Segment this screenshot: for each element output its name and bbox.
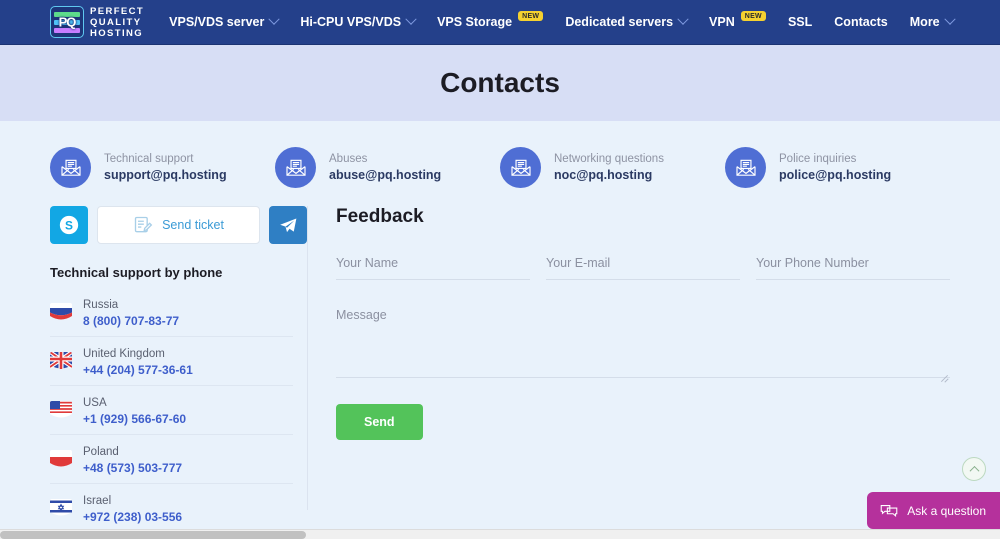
message-textarea[interactable] (336, 304, 950, 378)
site-logo[interactable]: PQ PERFECT QUALITY HOSTING (50, 6, 144, 39)
email-address: abuse@pq.hosting (329, 168, 442, 182)
logo-line-1: PERFECT (90, 5, 145, 17)
social-buttons-row: S Send ticket (50, 206, 307, 244)
new-badge: NEW (740, 11, 766, 21)
phone-section-title: Technical support by phone (50, 265, 223, 280)
nav-label: More (909, 15, 940, 29)
phone-country: Poland (83, 446, 119, 458)
email-contacts-row: Technical support support@pq.hosting Abu… (0, 121, 1000, 188)
phone-number: +48 (573) 503-777 (83, 461, 183, 475)
logo-mark-icon: PQ (50, 6, 84, 38)
phone-country: Russia (83, 299, 119, 311)
send-ticket-button[interactable]: Send ticket (97, 206, 260, 244)
phone-item-israel[interactable]: Israel +972 (238) 03-556 (50, 484, 293, 533)
email-label: Police inquiries (779, 153, 857, 165)
scroll-to-top-button[interactable] (962, 457, 986, 481)
email-label: Technical support (104, 153, 194, 165)
mail-icon (500, 147, 541, 188)
nav-item-more[interactable]: More (899, 0, 965, 45)
phone-country: Israel (83, 495, 112, 507)
email-address: police@pq.hosting (779, 168, 892, 182)
ticket-icon (134, 216, 153, 233)
email-input[interactable] (546, 252, 740, 280)
feedback-form-panel: Feedback Send (308, 206, 950, 510)
nav-label: VPS Storage (437, 15, 513, 29)
flag-israel-icon (50, 499, 72, 517)
nav-item-ssl[interactable]: SSL (777, 0, 823, 45)
logo-line-3: HOSTING (90, 27, 144, 39)
nav-item-contacts[interactable]: Contacts (823, 0, 898, 45)
send-button[interactable]: Send (336, 404, 423, 440)
name-input[interactable] (336, 252, 530, 280)
flag-russia-icon (50, 303, 72, 321)
logo-wordmark: PERFECT QUALITY HOSTING (90, 6, 144, 39)
phone-number: +972 (238) 03-556 (83, 510, 183, 524)
feedback-title: Feedback (336, 206, 424, 227)
phone-country: United Kingdom (83, 348, 165, 360)
mail-icon (725, 147, 766, 188)
top-navigation-bar: PQ PERFECT QUALITY HOSTING VPS/VDS serve… (0, 0, 1000, 45)
page-title: Contacts (440, 67, 560, 98)
mail-icon (275, 147, 316, 188)
horizontal-scrollbar[interactable] (0, 529, 1000, 539)
nav-label: Dedicated servers (565, 15, 674, 29)
email-address: support@pq.hosting (104, 168, 227, 182)
send-ticket-label: Send ticket (162, 218, 224, 232)
flag-united-kingdom-icon (50, 352, 72, 370)
logo-initials: PQ (58, 14, 77, 30)
chat-widget-label: Ask a question (907, 503, 986, 518)
email-card-networking-questions[interactable]: Networking questions noc@pq.hosting (500, 147, 725, 188)
page-banner: Contacts (0, 45, 1000, 121)
telegram-icon (279, 218, 296, 232)
nav-items: VPS/VDS server Hi-CPU VPS/VDS VPS Storag… (158, 0, 965, 45)
flag-usa-icon (50, 401, 72, 419)
skype-button[interactable]: S (50, 206, 88, 244)
logo-line-2: QUALITY (90, 16, 142, 28)
new-badge: NEW (518, 11, 544, 21)
mail-icon (50, 147, 91, 188)
left-contact-panel: S Send ticket Technical support by phone (50, 206, 308, 533)
phone-input[interactable] (756, 252, 950, 280)
scrollbar-thumb[interactable] (0, 531, 306, 539)
nav-item-vpn[interactable]: VPN NEW (698, 0, 777, 45)
phone-item-usa[interactable]: USA +1 (929) 566-67-60 (50, 386, 293, 435)
nav-label: Hi-CPU VPS/VDS (300, 15, 402, 29)
chat-bubbles-icon (880, 505, 898, 517)
chevron-up-icon (969, 465, 979, 476)
phone-number: +44 (204) 577-36-61 (83, 363, 193, 377)
email-label: Networking questions (554, 153, 664, 165)
nav-item-dedicated-servers[interactable]: Dedicated servers (554, 0, 698, 45)
telegram-button[interactable] (269, 206, 307, 244)
phone-list: Russia 8 (800) 707-83-77 United Kingdom (50, 288, 307, 539)
nav-label: SSL (787, 15, 813, 29)
svg-text:S: S (65, 219, 73, 233)
phone-item-united-kingdom[interactable]: United Kingdom +44 (204) 577-36-61 (50, 337, 293, 386)
phone-item-russia[interactable]: Russia 8 (800) 707-83-77 (50, 288, 293, 337)
ask-a-question-chat-widget[interactable]: Ask a question (867, 492, 1000, 529)
email-card-police-inquiries[interactable]: Police inquiries police@pq.hosting (725, 147, 950, 188)
form-field-row (336, 252, 950, 280)
nav-label: Contacts (834, 15, 888, 29)
skype-icon: S (59, 215, 79, 235)
phone-item-poland[interactable]: Poland +48 (573) 503-777 (50, 435, 293, 484)
chevron-down-icon (268, 13, 281, 25)
content-area: S Send ticket Technical support by phone (0, 188, 1000, 533)
phone-number: +1 (929) 566-67-60 (83, 412, 187, 426)
phone-number: 8 (800) 707-83-77 (83, 314, 180, 328)
nav-label: VPN (709, 15, 735, 29)
email-address: noc@pq.hosting (554, 168, 653, 182)
nav-label: VPS/VDS server (169, 15, 265, 29)
nav-item-hi-cpu-vps-vds[interactable]: Hi-CPU VPS/VDS (289, 0, 426, 45)
email-card-abuses[interactable]: Abuses abuse@pq.hosting (275, 147, 500, 188)
email-label: Abuses (329, 153, 368, 165)
phone-country: USA (83, 397, 107, 409)
nav-item-vps-storage[interactable]: VPS Storage NEW (426, 0, 554, 45)
flag-poland-icon (50, 450, 72, 468)
chevron-down-icon (943, 13, 956, 25)
nav-item-vps-vds-server[interactable]: VPS/VDS server (158, 0, 289, 45)
email-card-technical-support[interactable]: Technical support support@pq.hosting (50, 147, 275, 188)
message-field-wrapper (336, 304, 950, 383)
chevron-down-icon (677, 13, 689, 25)
chevron-down-icon (405, 13, 417, 25)
